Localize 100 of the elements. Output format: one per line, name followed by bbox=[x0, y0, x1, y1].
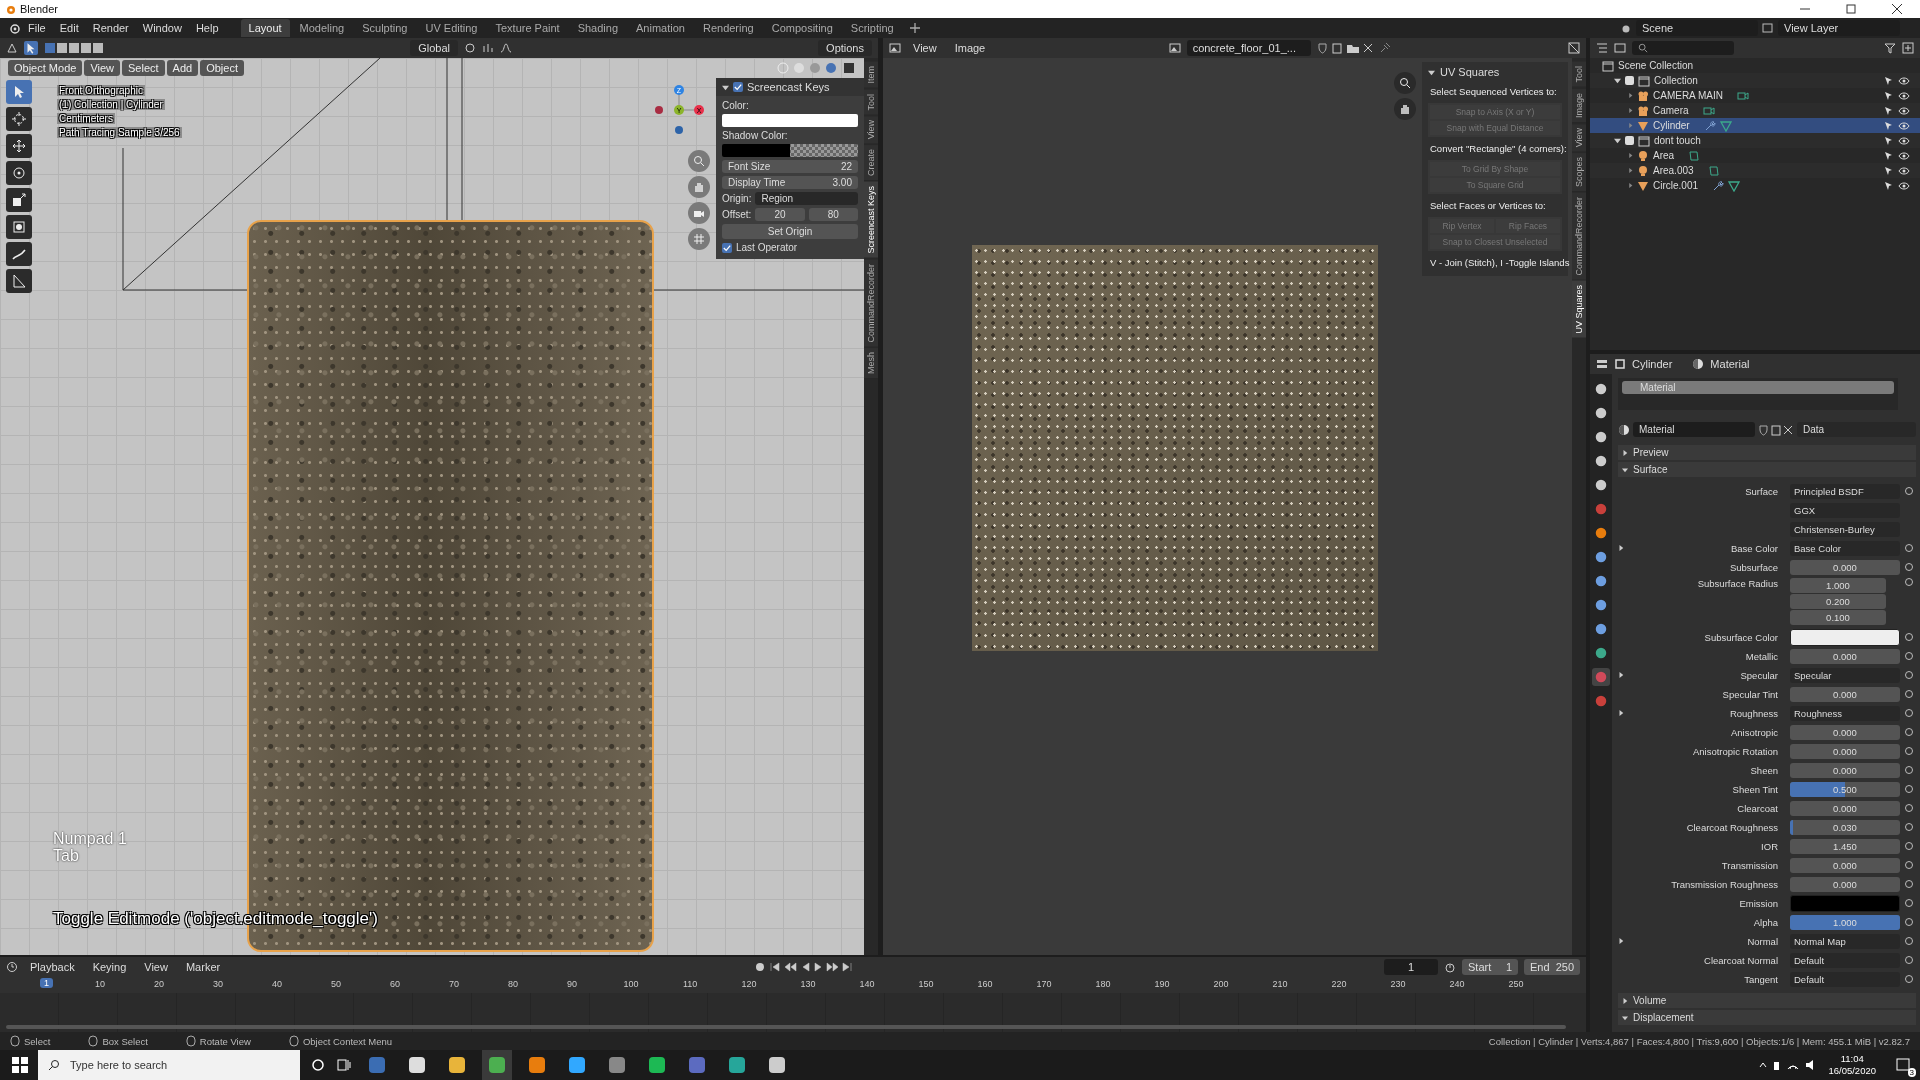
selection-mode-icon[interactable] bbox=[44, 42, 104, 54]
workspace-tab[interactable]: Modeling bbox=[291, 19, 353, 37]
tree-item[interactable]: CAMERA MAIN bbox=[1653, 90, 1723, 101]
socket-link-field[interactable]: Default bbox=[1790, 952, 1900, 968]
select-arrow-icon[interactable] bbox=[1882, 179, 1894, 192]
header-menu[interactable]: Select bbox=[122, 60, 165, 76]
select-arrow-icon[interactable] bbox=[1882, 119, 1894, 132]
sidebar-tab[interactable]: CommandRecorder bbox=[864, 259, 878, 347]
tool-button[interactable] bbox=[6, 215, 32, 239]
number-field[interactable]: 1.450 bbox=[1790, 838, 1900, 854]
camera-view-button[interactable] bbox=[688, 202, 710, 224]
color-swatch[interactable] bbox=[1790, 894, 1900, 912]
shading-modes-icon[interactable] bbox=[776, 61, 856, 75]
select-arrow-icon[interactable] bbox=[1882, 164, 1894, 177]
slider-field[interactable]: 0.000 bbox=[1790, 876, 1900, 892]
menu-item[interactable]: Help bbox=[189, 20, 225, 36]
editor-type-icon[interactable] bbox=[889, 42, 901, 54]
set-origin-button[interactable]: Set Origin bbox=[722, 224, 858, 239]
search-field[interactable] bbox=[1632, 41, 1734, 55]
color-swatch[interactable] bbox=[1790, 628, 1900, 646]
select-arrow-icon[interactable] bbox=[1882, 89, 1894, 102]
workspace-tab[interactable]: Compositing bbox=[763, 19, 841, 37]
sidebar-tab[interactable]: Mesh bbox=[864, 348, 878, 379]
ortho-toggle-button[interactable] bbox=[688, 228, 710, 250]
socket-link-field[interactable]: Specular bbox=[1790, 667, 1900, 683]
select-arrow-icon[interactable] bbox=[1882, 134, 1894, 147]
expand-triangle-icon[interactable] bbox=[1628, 183, 1633, 188]
header-menu[interactable]: View bbox=[907, 40, 943, 56]
eye-icon[interactable] bbox=[1898, 134, 1910, 147]
select-box-icon[interactable] bbox=[24, 41, 38, 55]
circle-icon[interactable] bbox=[310, 1057, 326, 1073]
tree-item[interactable]: dont touch bbox=[1654, 135, 1701, 146]
header-menu[interactable]: Playback bbox=[24, 959, 81, 975]
menu-item[interactable]: Window bbox=[136, 20, 188, 36]
panel-header[interactable]: Displacement bbox=[1618, 1010, 1916, 1025]
image-icon[interactable] bbox=[1168, 42, 1181, 54]
sidebar-tab[interactable]: Image bbox=[1572, 88, 1586, 122]
sidebar-tab[interactable]: Scopes bbox=[1572, 152, 1586, 191]
last-operator-checkbox[interactable] bbox=[722, 242, 732, 253]
number-field[interactable]: 0.100 bbox=[1790, 610, 1886, 625]
panel-header[interactable]: Preview bbox=[1618, 445, 1916, 460]
mode-dropdown[interactable]: Object Mode bbox=[8, 60, 83, 76]
zoom-button[interactable] bbox=[1394, 72, 1416, 94]
expand-triangle-icon[interactable] bbox=[1618, 545, 1624, 551]
scene-field[interactable]: Scene bbox=[1636, 20, 1758, 36]
expand-triangle-icon[interactable] bbox=[1628, 108, 1633, 113]
eye-icon[interactable] bbox=[1898, 149, 1910, 162]
menu-item[interactable]: Render bbox=[86, 20, 135, 36]
collection-checkbox[interactable] bbox=[1625, 136, 1634, 145]
number-field[interactable]: 20 bbox=[755, 208, 805, 221]
overlay-toggle-icon[interactable] bbox=[1568, 42, 1580, 54]
pin-icon[interactable] bbox=[1378, 42, 1391, 54]
slider-field[interactable]: 0.000 bbox=[1790, 648, 1900, 664]
sidebar-tab[interactable]: Create bbox=[864, 145, 878, 181]
eye-icon[interactable] bbox=[1898, 179, 1910, 192]
expand-triangle-icon[interactable] bbox=[1628, 153, 1633, 158]
select-arrow-icon[interactable] bbox=[1882, 149, 1894, 162]
material-actions-icon[interactable] bbox=[1758, 423, 1794, 436]
header-menu[interactable]: Marker bbox=[179, 959, 227, 975]
menu-item[interactable]: Edit bbox=[53, 20, 85, 36]
clock-icon[interactable] bbox=[6, 961, 18, 973]
pivot-icon[interactable] bbox=[463, 42, 476, 54]
display-mode-icon[interactable] bbox=[1614, 42, 1626, 54]
end-frame-field[interactable]: End 250 bbox=[1524, 959, 1580, 975]
number-field[interactable]: Font Size 22 bbox=[722, 160, 858, 173]
expand-triangle-icon[interactable] bbox=[1614, 137, 1621, 144]
workspace-tab[interactable]: Animation bbox=[628, 19, 693, 37]
header-menu[interactable]: Add bbox=[166, 60, 199, 76]
slider-field[interactable]: 0.030 bbox=[1790, 819, 1900, 835]
view-layer-field[interactable]: View Layer bbox=[1778, 20, 1900, 36]
image-name-field[interactable]: concrete_floor_01_... bbox=[1186, 40, 1311, 56]
header-menu[interactable]: View bbox=[84, 60, 121, 76]
sidebar-tab[interactable]: Screencast Keys bbox=[864, 182, 878, 258]
workspace-tab[interactable]: Shading bbox=[569, 19, 627, 37]
scrollbar[interactable] bbox=[6, 1025, 1566, 1029]
orientation-dropdown[interactable]: Global bbox=[410, 40, 458, 56]
start-frame-field[interactable]: Start 1 bbox=[1462, 959, 1518, 975]
image-actions-icon[interactable] bbox=[1316, 42, 1373, 54]
editor-type-icon[interactable] bbox=[6, 42, 18, 54]
socket-link-field[interactable]: Roughness bbox=[1790, 705, 1900, 721]
current-frame-field[interactable]: 1 bbox=[1384, 959, 1438, 975]
eye-icon[interactable] bbox=[1898, 74, 1910, 87]
slider-field[interactable]: 0.000 bbox=[1790, 762, 1900, 778]
eye-icon[interactable] bbox=[1898, 119, 1910, 132]
collapse-triangle-icon[interactable] bbox=[722, 83, 729, 91]
menu-item[interactable]: File bbox=[22, 20, 52, 36]
sphere-icon[interactable] bbox=[1618, 423, 1630, 436]
header-menu[interactable]: Object bbox=[200, 60, 244, 76]
filter-icon[interactable] bbox=[1884, 42, 1896, 54]
socket-link-field[interactable]: Normal Map bbox=[1790, 933, 1900, 949]
sidebar-tab[interactable]: View bbox=[864, 116, 878, 144]
header-menu[interactable]: Keying bbox=[86, 959, 133, 975]
socket-link-field[interactable]: Base Color bbox=[1790, 540, 1900, 556]
sidebar-tab[interactable]: Tool bbox=[864, 89, 878, 115]
number-field[interactable]: 80 bbox=[808, 208, 858, 221]
slider-field[interactable]: 0.500 bbox=[1790, 781, 1900, 797]
sidebar-tab[interactable]: Tool bbox=[1572, 62, 1586, 87]
panel-header[interactable]: Surface bbox=[1618, 462, 1916, 477]
dropdown[interactable]: Christensen-Burley bbox=[1790, 521, 1900, 537]
color-swatch[interactable] bbox=[722, 114, 858, 127]
